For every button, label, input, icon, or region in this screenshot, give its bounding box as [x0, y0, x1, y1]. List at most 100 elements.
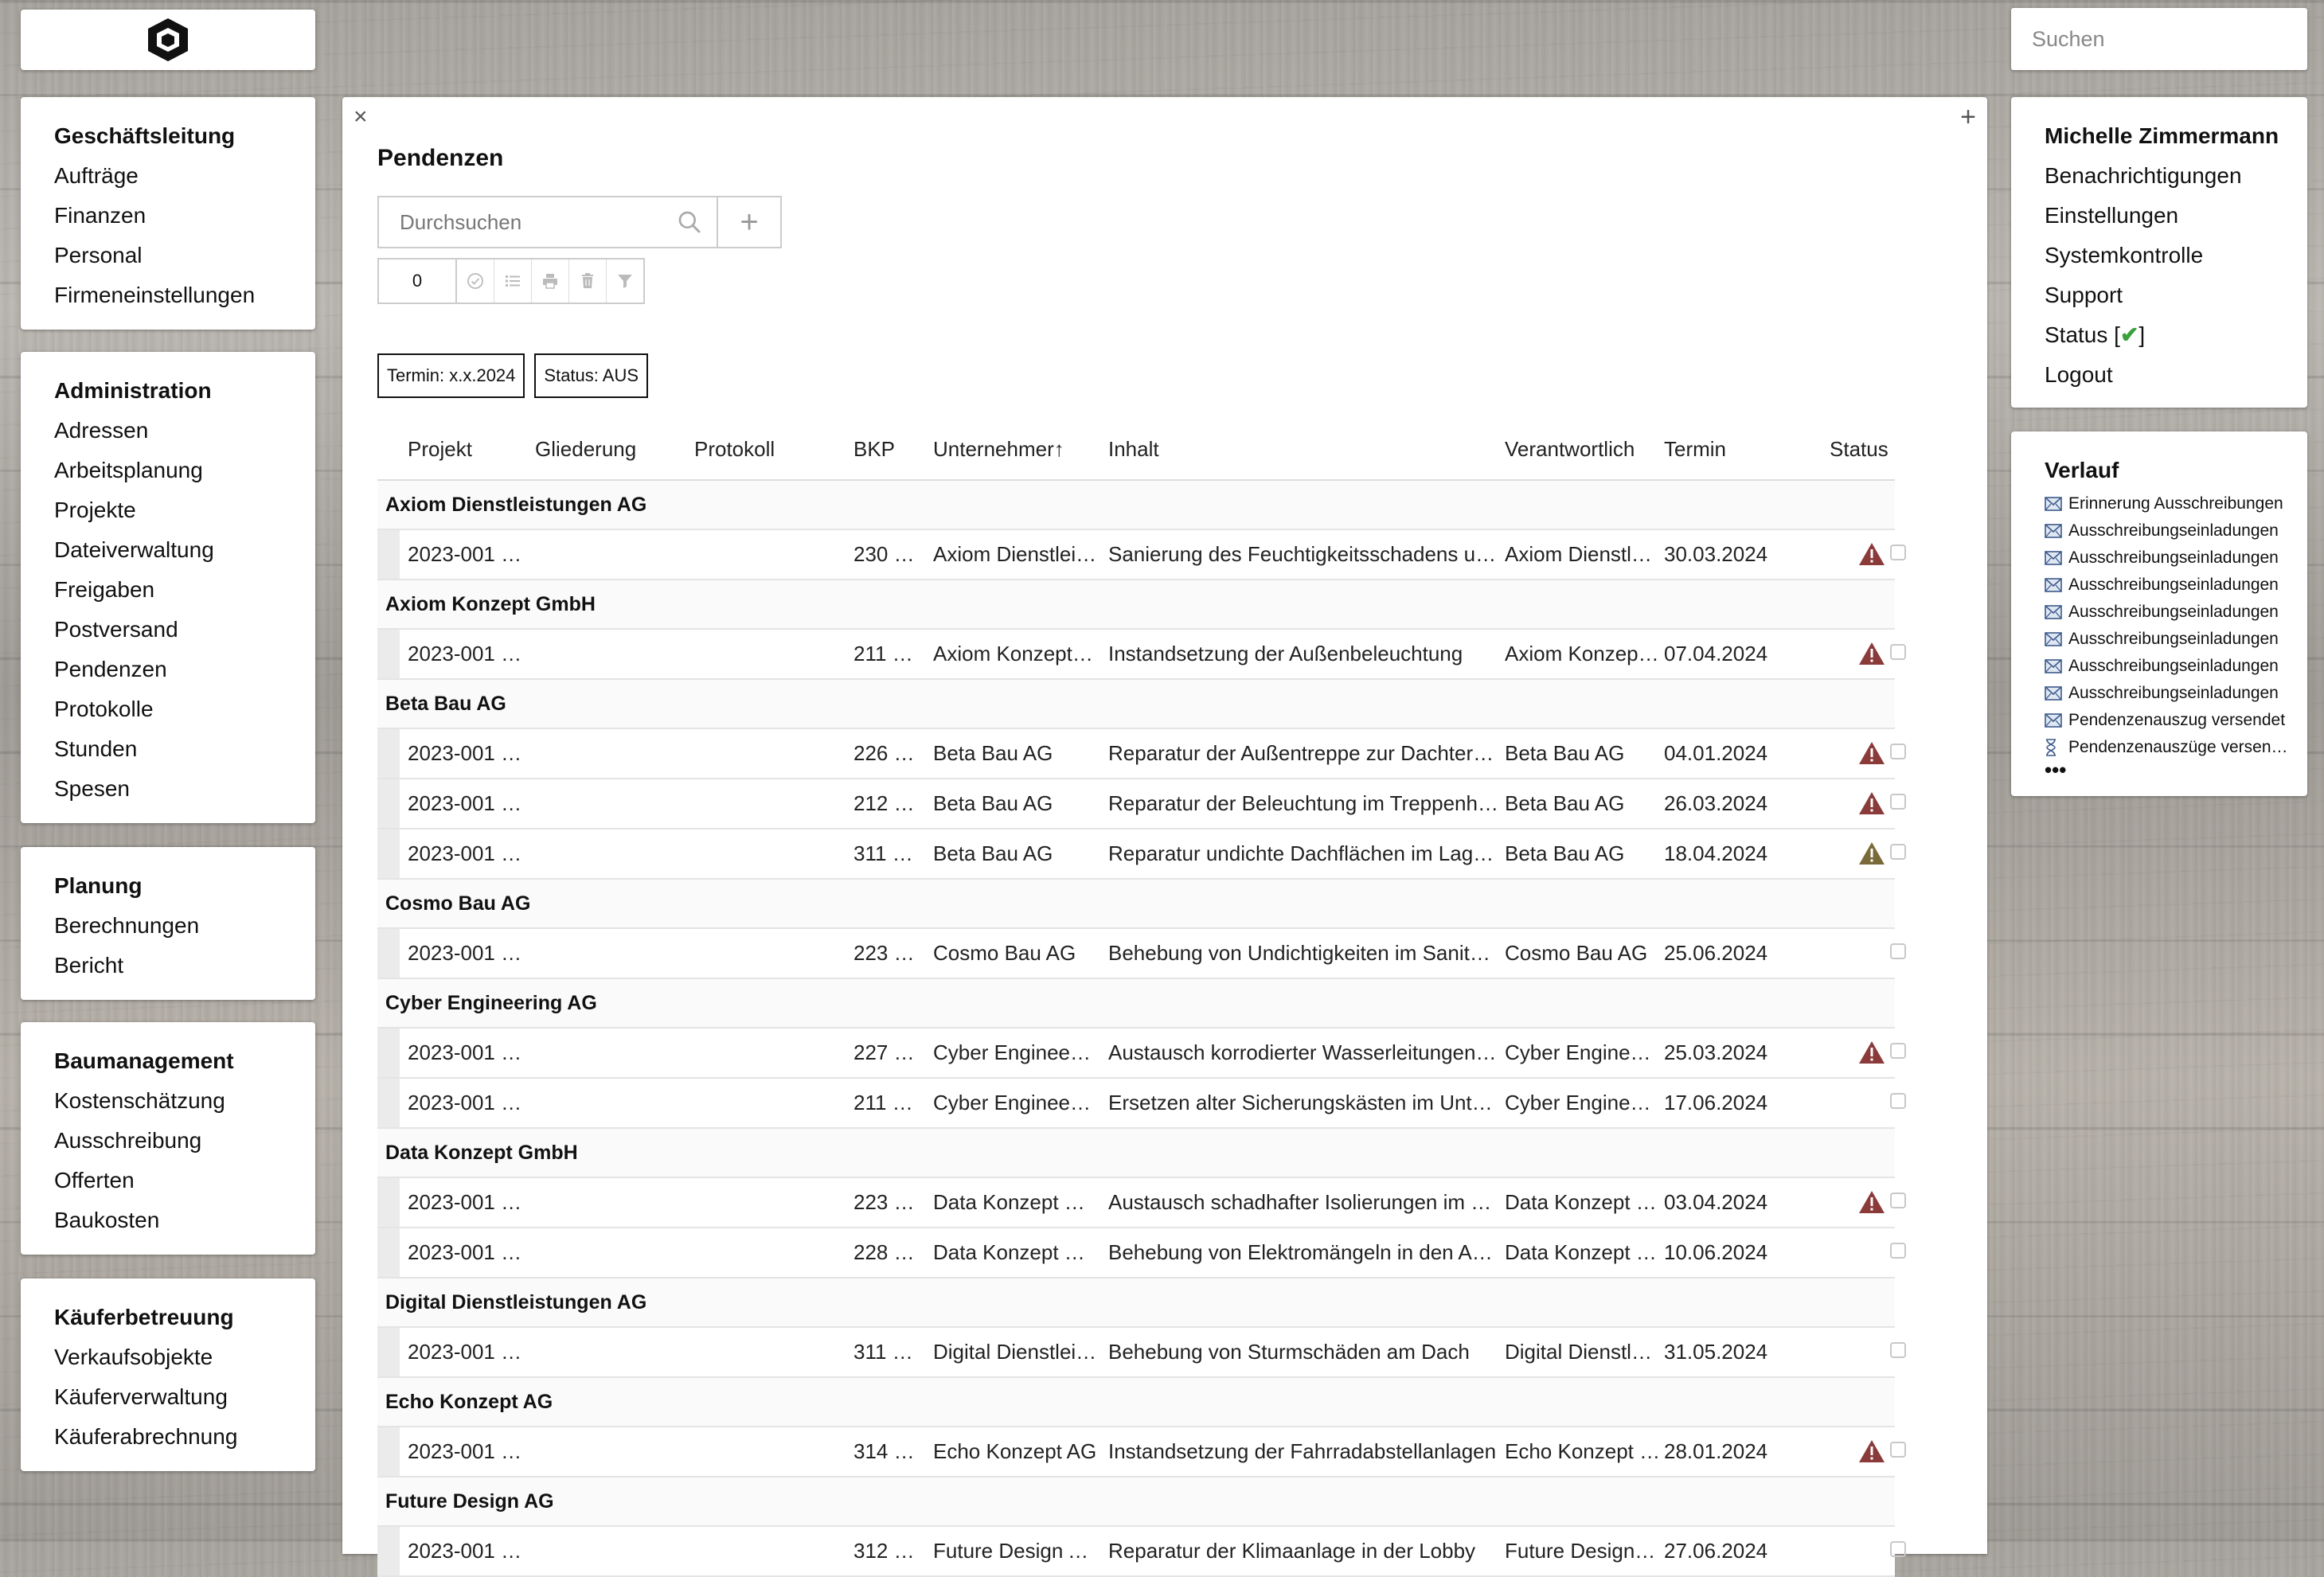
- row-handle[interactable]: [377, 530, 400, 579]
- table-row[interactable]: 2023-001 … 311 B… Digital Dienstlei… Behebu…: [377, 1328, 1906, 1378]
- nav-item-offerten[interactable]: Offerten: [54, 1161, 315, 1200]
- status-checkbox[interactable]: [1890, 1093, 1906, 1109]
- row-handle[interactable]: [377, 829, 400, 878]
- column-header-status[interactable]: Status: [1830, 419, 1888, 479]
- row-handle[interactable]: [377, 1079, 400, 1127]
- history-item[interactable]: Ausschreibungseinladungen: [2045, 653, 2307, 680]
- status-checkbox[interactable]: [1890, 1342, 1906, 1358]
- table-row[interactable]: 2023-001 … 227 … Cyber Engineeri… Austausch…: [377, 1029, 1906, 1079]
- row-handle[interactable]: [377, 1029, 400, 1077]
- nav-item-kauferverwaltung[interactable]: Käuferverwaltung: [54, 1377, 315, 1417]
- row-handle[interactable]: [377, 1178, 400, 1227]
- column-header-verantwortlich[interactable]: Verantwortlich: [1505, 419, 1635, 479]
- row-handle[interactable]: [377, 630, 400, 678]
- search-icon[interactable]: [677, 209, 702, 235]
- trash-icon[interactable]: [569, 260, 607, 303]
- table-search-input[interactable]: [398, 209, 677, 236]
- group-header[interactable]: Beta Bau AG: [377, 680, 1895, 729]
- user-menu-status[interactable]: Status [✔]: [2045, 315, 2307, 355]
- nav-item-bericht[interactable]: Bericht: [54, 946, 315, 986]
- user-menu-notifications[interactable]: Benachrichtigungen: [2045, 156, 2307, 196]
- status-checkbox[interactable]: [1890, 1243, 1906, 1259]
- table-row[interactable]: 2023-001 … 228 … Data Konzept G… Behebung v…: [377, 1228, 1906, 1278]
- nav-item-kauferabrechnung[interactable]: Käuferabrechnung: [54, 1417, 315, 1457]
- nav-section-header[interactable]: Baumanagement: [54, 1041, 315, 1081]
- group-header[interactable]: Data Konzept GmbH: [377, 1129, 1895, 1178]
- column-header-protokoll[interactable]: Protokoll: [694, 419, 775, 479]
- history-item[interactable]: Ausschreibungseinladungen: [2045, 680, 2307, 707]
- column-header-inhalt[interactable]: Inhalt: [1108, 419, 1159, 479]
- list-icon[interactable]: [494, 260, 532, 303]
- status-checkbox[interactable]: [1890, 545, 1906, 560]
- table-row[interactable]: 2023-001 … 230 E… Axiom Dienstlei… Sanierun…: [377, 530, 1906, 580]
- status-checkbox[interactable]: [1890, 794, 1906, 810]
- status-checkbox[interactable]: [1890, 1541, 1906, 1557]
- group-header[interactable]: Digital Dienstleistungen AG: [377, 1278, 1895, 1328]
- table-row[interactable]: 2023-001 … 211 B… Axiom Konzept … Instandse…: [377, 630, 1906, 680]
- add-button[interactable]: +: [718, 197, 780, 247]
- filter-chip-termin[interactable]: Termin: x.x.2024: [377, 353, 525, 398]
- expand-plus-icon[interactable]: +: [1960, 102, 1976, 133]
- nav-item-freigaben[interactable]: Freigaben: [54, 570, 315, 610]
- row-handle[interactable]: [377, 929, 400, 978]
- group-header[interactable]: Echo Konzept AG: [377, 1378, 1895, 1427]
- history-item[interactable]: Ausschreibungseinladungen: [2045, 572, 2307, 599]
- status-checkbox[interactable]: [1890, 644, 1906, 660]
- status-checkbox[interactable]: [1890, 1043, 1906, 1059]
- user-menu-support[interactable]: Support: [2045, 275, 2307, 315]
- nav-item-ausschreibung[interactable]: Ausschreibung: [54, 1121, 315, 1161]
- table-row[interactable]: 2023-001 … 212 … Beta Bau AG Reparatur der …: [377, 779, 1906, 829]
- nav-section-header[interactable]: Planung: [54, 866, 315, 906]
- group-header[interactable]: Future Design AG: [377, 1477, 1895, 1527]
- user-menu-system-control[interactable]: Systemkontrolle: [2045, 236, 2307, 275]
- nav-item-personal[interactable]: Personal: [54, 236, 315, 275]
- history-item[interactable]: Ausschreibungseinladungen: [2045, 545, 2307, 572]
- nav-item-spesen[interactable]: Spesen: [54, 769, 315, 809]
- column-header-bkp[interactable]: BKP: [853, 419, 895, 479]
- nav-item-firmeneinstellungen[interactable]: Firmeneinstellungen: [54, 275, 315, 315]
- nav-section-header[interactable]: Geschäftsleitung: [54, 116, 315, 156]
- status-checkbox[interactable]: [1890, 943, 1906, 959]
- row-handle[interactable]: [377, 1328, 400, 1376]
- column-header-unternehmer[interactable]: Unternehmer↑: [933, 419, 1064, 479]
- history-item[interactable]: Ausschreibungseinladungen: [2045, 517, 2307, 545]
- row-handle[interactable]: [377, 1427, 400, 1476]
- group-header[interactable]: Cyber Engineering AG: [377, 979, 1895, 1029]
- nav-item-dateiverwaltung[interactable]: Dateiverwaltung: [54, 530, 315, 570]
- history-item[interactable]: Pendenzenauszug versendet: [2045, 707, 2307, 734]
- status-checkbox[interactable]: [1890, 1193, 1906, 1208]
- nav-item-stunden[interactable]: Stunden: [54, 729, 315, 769]
- table-row[interactable]: 2023-001 … 311 B… Beta Bau AG Reparatur und…: [377, 829, 1906, 880]
- history-item[interactable]: Ausschreibungseinladungen: [2045, 626, 2307, 653]
- table-row[interactable]: 2023-001 … 211 B… Cyber Engineeri… Ersetzen…: [377, 1079, 1906, 1129]
- nav-item-baukosten[interactable]: Baukosten: [54, 1200, 315, 1240]
- filter-icon[interactable]: [607, 260, 643, 303]
- column-header-gliederung[interactable]: Gliederung: [535, 419, 636, 479]
- row-handle[interactable]: [377, 729, 400, 778]
- row-handle[interactable]: [377, 1228, 400, 1277]
- history-item[interactable]: Pendenzenauszüge versen…: [2045, 734, 2307, 761]
- nav-item-protokolle[interactable]: Protokolle: [54, 689, 315, 729]
- nav-item-postversand[interactable]: Postversand: [54, 610, 315, 650]
- table-row[interactable]: 2023-001 … 223 B… Data Konzept G… Austausch…: [377, 1178, 1906, 1228]
- history-item[interactable]: Ausschreibungseinladungen: [2045, 599, 2307, 626]
- nav-section-header[interactable]: Käuferbetreuung: [54, 1298, 315, 1337]
- column-header-projekt[interactable]: Projekt: [408, 419, 472, 479]
- nav-item-auftrage[interactable]: Aufträge: [54, 156, 315, 196]
- nav-item-pendenzen[interactable]: Pendenzen: [54, 650, 315, 689]
- column-header-termin[interactable]: Termin: [1664, 419, 1726, 479]
- logout-link[interactable]: Logout: [2045, 355, 2307, 395]
- check-circle-icon[interactable]: [457, 260, 494, 303]
- global-search-input[interactable]: [2030, 25, 2315, 53]
- row-handle[interactable]: [377, 1527, 400, 1575]
- table-row[interactable]: 2023-001 … 312 … Future Design AG Reparatur…: [377, 1527, 1906, 1577]
- status-checkbox[interactable]: [1890, 744, 1906, 759]
- history-item[interactable]: Erinnerung Ausschreibungen: [2045, 490, 2307, 517]
- nav-item-adressen[interactable]: Adressen: [54, 411, 315, 451]
- table-row[interactable]: 2023-001 … 314 … Echo Konzept AG Instandset…: [377, 1427, 1906, 1477]
- nav-item-berechnungen[interactable]: Berechnungen: [54, 906, 315, 946]
- logo-cube-icon[interactable]: [146, 16, 190, 64]
- group-header[interactable]: Axiom Konzept GmbH: [377, 580, 1895, 630]
- history-more-icon[interactable]: •••: [2045, 759, 2307, 780]
- group-header[interactable]: Cosmo Bau AG: [377, 880, 1895, 929]
